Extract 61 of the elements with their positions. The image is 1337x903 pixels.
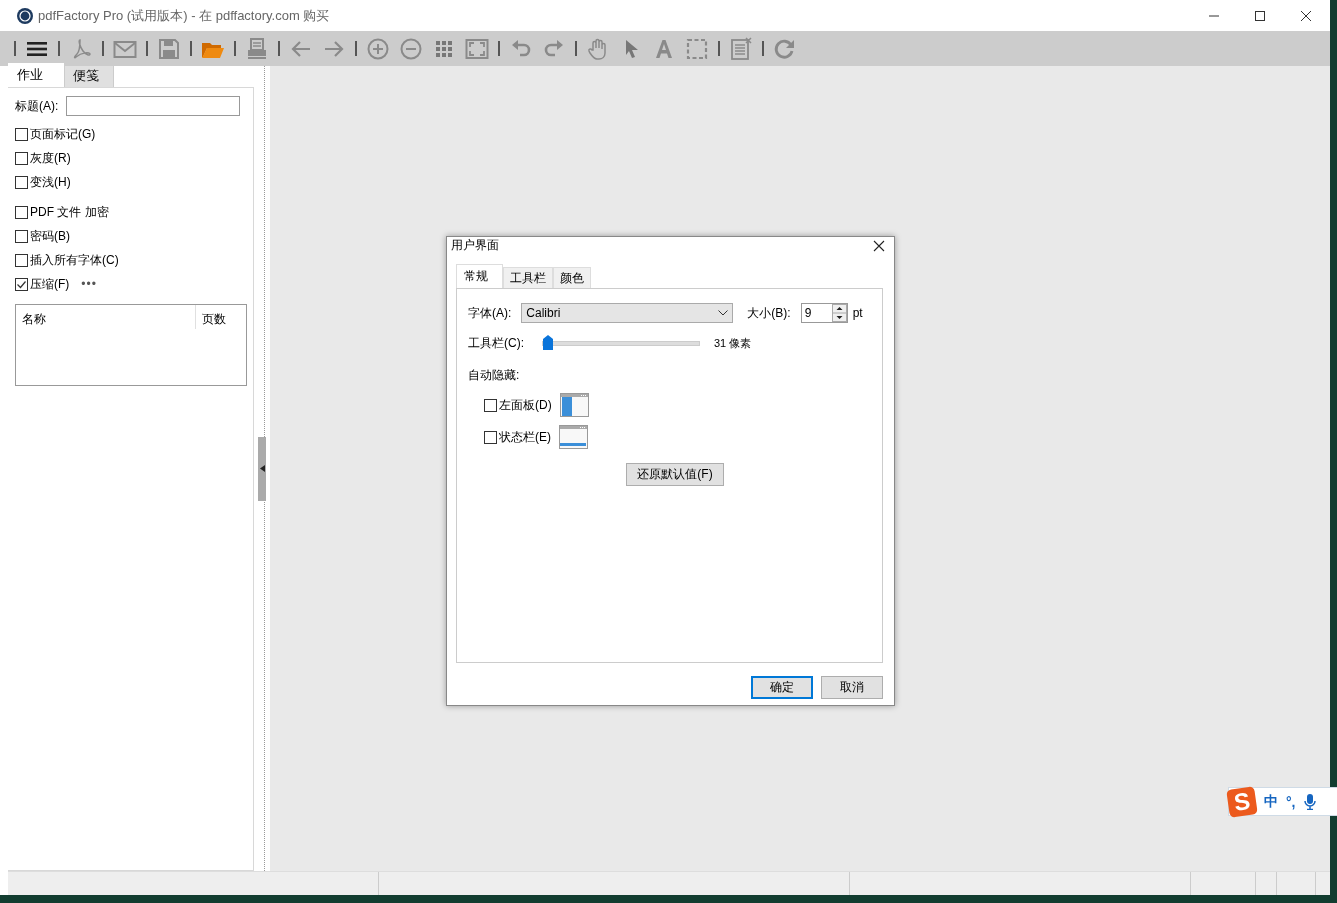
checkbox-label: 变浅(H) (30, 173, 71, 191)
font-dropdown[interactable]: Calibri (521, 303, 734, 323)
column-header[interactable]: 页数 (195, 305, 246, 329)
tab[interactable]: 颜色 (553, 267, 591, 288)
size-spinbox[interactable]: 9 (800, 303, 848, 323)
splitter-handle[interactable] (258, 436, 266, 501)
tab[interactable]: 常规 (456, 264, 503, 288)
field-label: 字体(A): (468, 304, 512, 322)
layout-preview-icon (559, 425, 588, 449)
checkbox-label: 灰度(R) (30, 149, 71, 167)
dialog-title: 用户界面 (451, 237, 499, 254)
checkbox-label: 状态栏(E) (499, 428, 551, 446)
window-title: pdfFactory Pro (试用版本) - 在 pdffactory.com 购买 (38, 6, 330, 25)
zoom-out-icon[interactable] (399, 36, 423, 61)
selection-icon[interactable] (685, 36, 709, 61)
checkbox-label: 压缩(F) (30, 275, 70, 293)
checkbox-label: 页面标记(G) (30, 125, 96, 143)
tab[interactable]: 便笺 (64, 65, 114, 87)
checkbox-label: PDF 文件 加密 (30, 203, 109, 221)
layout-preview-icon (559, 393, 589, 417)
close-icon[interactable] (1300, 9, 1312, 22)
more-button[interactable]: ••• (81, 277, 97, 291)
field-label: 工具栏(C): (468, 334, 524, 352)
checkbox-label: 密码(B) (30, 227, 70, 245)
tab[interactable]: 工具栏 (503, 267, 553, 288)
punctuation-mode[interactable]: °, (1286, 793, 1296, 810)
column-header[interactable]: 名称 (16, 305, 195, 329)
checkbox[interactable] (15, 205, 28, 219)
field-label: 大小(B): (747, 304, 791, 322)
group-label: 自动隐藏: (468, 367, 521, 384)
dialog-button[interactable]: 取消 (821, 676, 883, 699)
slider-thumb[interactable] (543, 334, 553, 350)
checkbox[interactable] (15, 229, 28, 243)
fit-screen-icon[interactable] (465, 36, 489, 61)
title-field[interactable] (66, 96, 241, 116)
caret-icon (259, 465, 265, 472)
notes-icon[interactable] (729, 36, 753, 61)
spin-arrows-icon[interactable] (831, 304, 847, 322)
zoom-in-icon[interactable] (366, 36, 390, 61)
checkbox[interactable] (15, 175, 28, 189)
slider-reading: 31 像素 (714, 335, 752, 351)
input-mode[interactable]: 中 (1264, 792, 1278, 811)
checkbox[interactable] (484, 430, 497, 444)
maximize-icon[interactable] (1254, 9, 1266, 22)
checkbox[interactable] (15, 151, 28, 165)
checkbox-label: 插入所有字体(C) (30, 251, 119, 269)
checkbox-label: 左面板(D) (499, 396, 552, 414)
checkbox[interactable] (15, 277, 28, 291)
checkbox[interactable] (15, 253, 28, 267)
field-label: 标题(A): (15, 97, 59, 115)
reset-button[interactable]: 还原默认值(F) (626, 463, 724, 486)
close-icon[interactable] (873, 239, 885, 252)
chevron-icon (718, 310, 729, 316)
dialog-button[interactable]: 确定 (751, 676, 813, 699)
app-logo-icon (17, 7, 33, 24)
printer-icon[interactable] (245, 36, 269, 61)
unit-label: pt (852, 306, 863, 320)
save-icon[interactable] (157, 36, 181, 61)
checkbox[interactable] (15, 127, 28, 141)
checkbox[interactable] (484, 398, 497, 412)
microphone-icon[interactable] (1303, 793, 1316, 810)
